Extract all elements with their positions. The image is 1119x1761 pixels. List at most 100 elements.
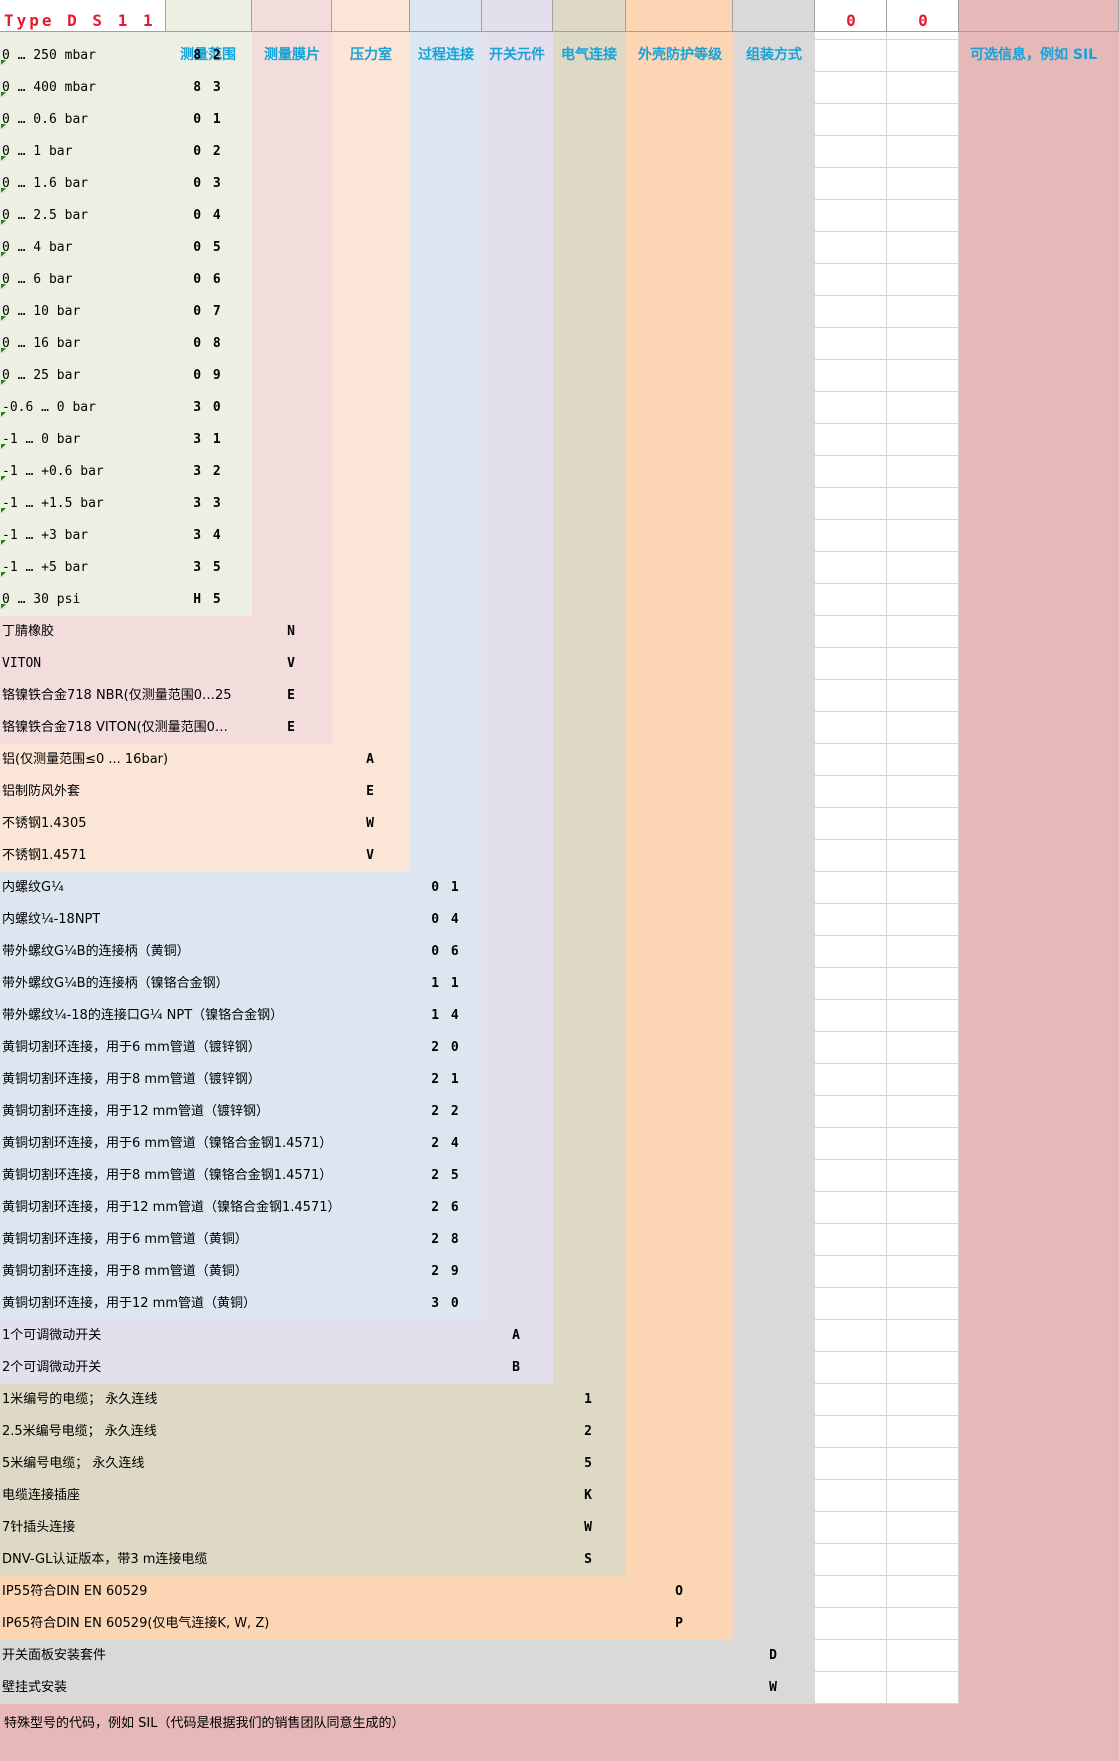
row-code: E [366,784,376,799]
column-header-switch: 开关元件 [489,47,545,63]
cell-marker-icon [1,604,6,609]
row-label: 铬镍铁合金718 VITON(仅测量范围0… [2,720,228,735]
grid-line-h [815,647,959,648]
row-code: 3 5 [193,560,223,575]
row-label: 0 … 30 psi [2,592,81,607]
row-code: O [675,1584,685,1599]
cell-marker-icon [1,444,6,449]
header-value: 0 [846,11,856,30]
grid-line-h [815,391,959,392]
row-label: -1 … +3 bar [2,528,89,543]
grid-line-h [815,1031,959,1032]
cell-marker-icon [1,92,6,97]
row-code: 1 1 [431,976,461,991]
grid-line-h [815,935,959,936]
band-group-electrical [0,1384,626,1576]
grid-line-h [815,1319,959,1320]
grid-line-h [815,1223,959,1224]
grid-line-h [815,743,959,744]
grid-line-h [815,1287,959,1288]
cell-marker-icon [1,348,6,353]
row-code: 0 4 [193,208,223,223]
grid-line-h [815,231,959,232]
row-label: VITON [2,656,42,671]
grid-line-h [815,1255,959,1256]
column-header-connection: 过程连接 [418,47,474,63]
row-code: W [366,816,376,831]
grid-line-h [815,1063,959,1064]
row-code: 2 4 [431,1136,461,1151]
row-code: 0 1 [193,112,223,127]
row-label: 1米编号的电缆； 永久连线 [2,1392,158,1407]
grid-line-h [815,103,959,104]
row-code: 1 [584,1392,594,1407]
row-code: 8 3 [193,80,223,95]
row-label: 0 … 4 bar [2,240,73,255]
grid-line-h [815,359,959,360]
row-code: D [769,1648,779,1663]
row-code: 2 5 [431,1168,461,1183]
cell-marker-icon [1,508,6,513]
grid-line-h [815,551,959,552]
grid-line-h [815,39,959,40]
header-cell [959,0,1119,32]
row-label: DNV-GL认证版本，带3 m连接电缆 [2,1552,208,1567]
row-code: V [366,848,376,863]
header-cell [410,0,482,32]
row-code: W [769,1680,779,1695]
grid-line-h [815,1095,959,1096]
row-code: 0 8 [193,336,223,351]
grid-line-h [815,1191,959,1192]
grid-line-h [815,1543,959,1544]
row-label: 内螺纹G¼ [2,880,64,895]
row-code: S [584,1552,594,1567]
row-code: 3 3 [193,496,223,511]
row-label: IP55符合DIN EN 60529 [2,1584,148,1599]
band-column-protection [626,32,733,1640]
band-optional-info [959,32,1119,1761]
row-label: 0 … 0.6 bar [2,112,89,127]
grid-line-h [815,135,959,136]
grid-line-h [815,1511,959,1512]
row-code: 3 0 [193,400,223,415]
grid-line-h [815,679,959,680]
cell-marker-icon [1,156,6,161]
cell-marker-icon [1,572,6,577]
row-label: 黄铜切割环连接，用于8 mm管道（镀锌钢） [2,1072,261,1087]
row-label: -1 … +5 bar [2,560,89,575]
grid-line-h [815,1447,959,1448]
row-code: 0 6 [431,944,461,959]
column-header-protection: 外壳防护等级 [638,47,722,63]
grid-line-h [815,263,959,264]
header-value: 0 [918,11,928,30]
cell-marker-icon [1,124,6,129]
row-code: 0 6 [193,272,223,287]
row-code: N [287,624,297,639]
row-label: 开关面板安装套件 [2,1648,107,1663]
grid-line-h [815,871,959,872]
row-label: -1 … 0 bar [2,432,81,447]
band-column-electrical [553,32,626,1576]
row-code: P [675,1616,685,1631]
row-label: 黄铜切割环连接，用于12 mm管道（镀锌钢） [2,1104,270,1119]
row-label: 不锈钢1.4571 [2,848,87,863]
row-label: 0 … 25 bar [2,368,81,383]
cell-marker-icon [1,380,6,385]
row-label: 黄铜切割环连接，用于12 mm管道（镍铬合金钢1.4571） [2,1200,341,1215]
grid-line-h [815,167,959,168]
row-label: 7针插头连接 [2,1520,76,1535]
row-code: H 5 [193,592,223,607]
row-label: 铝(仅测量范围≤0 ... 16bar) [2,752,169,767]
row-label: 带外螺纹¼-18的连接口G¼ NPT（镍铬合金钢） [2,1008,284,1023]
grid-line-h [815,423,959,424]
grid-line-h [815,1127,959,1128]
header-cell [482,0,553,32]
row-code: 2 2 [431,1104,461,1119]
grid-line-h [815,615,959,616]
cell-marker-icon [1,220,6,225]
row-code: 0 7 [193,304,223,319]
grid-line-h [815,903,959,904]
row-code: 0 3 [193,176,223,191]
grid-line-h [815,1159,959,1160]
row-code: 3 0 [431,1296,461,1311]
